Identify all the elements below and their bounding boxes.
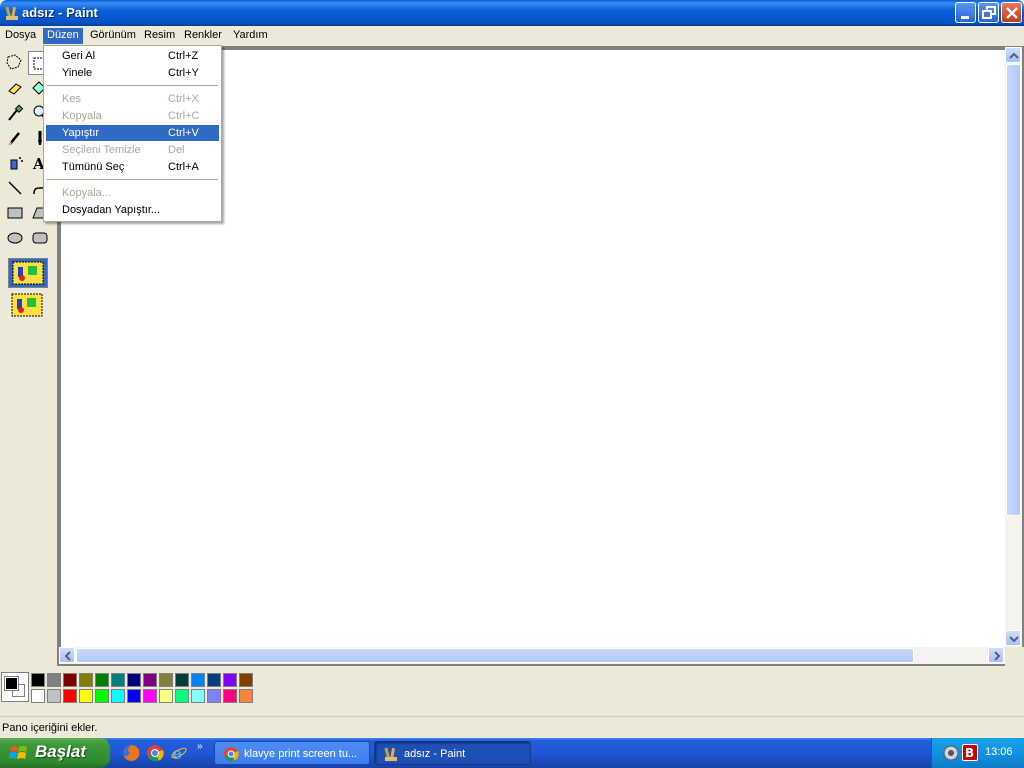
- taskbar-button-paint[interactable]: adsız - Paint: [374, 741, 531, 765]
- scroll-right-button[interactable]: [988, 647, 1004, 663]
- scroll-down-button[interactable]: [1005, 630, 1021, 646]
- quick-launch-expand-icon[interactable]: »: [197, 741, 203, 752]
- palette-swatch[interactable]: [127, 673, 141, 687]
- menu-undo[interactable]: Geri Al Ctrl+Z: [46, 48, 219, 64]
- foreground-color-swatch: [4, 676, 19, 691]
- scroll-left-button[interactable]: [59, 647, 75, 663]
- windows-logo-icon: [9, 744, 29, 762]
- airbrush-icon[interactable]: [3, 151, 27, 175]
- start-button[interactable]: Başlat: [0, 738, 110, 768]
- vertical-scroll-thumb[interactable]: [1006, 64, 1021, 516]
- menu-colors[interactable]: Renkler: [180, 28, 226, 44]
- paint-app-icon: [383, 746, 399, 762]
- palette-swatch[interactable]: [191, 673, 205, 687]
- menu-copy-to[interactable]: Kopyala...: [46, 185, 219, 201]
- menu-image[interactable]: Resim: [140, 28, 179, 44]
- menu-clear-selection[interactable]: Seçileni Temizle Del: [46, 142, 219, 158]
- palette-swatch[interactable]: [159, 689, 173, 703]
- palette-swatch[interactable]: [63, 689, 77, 703]
- status-bar: Pano içeriğini ekler.: [0, 716, 1024, 738]
- minimize-button[interactable]: [955, 2, 976, 23]
- pick-color-icon[interactable]: [3, 101, 27, 125]
- line-icon[interactable]: [3, 176, 27, 200]
- start-label: Başlat: [35, 742, 87, 761]
- palette-swatch[interactable]: [95, 689, 109, 703]
- menu-paste[interactable]: Yapıştır Ctrl+V: [46, 125, 219, 141]
- palette-swatch[interactable]: [127, 689, 141, 703]
- eraser-icon[interactable]: [3, 76, 27, 100]
- palette-swatch[interactable]: [143, 673, 157, 687]
- palette-swatch[interactable]: [223, 673, 237, 687]
- scrollbar-corner: [1005, 647, 1024, 666]
- selection-transparent-option[interactable]: [8, 291, 48, 321]
- palette-swatch[interactable]: [159, 673, 173, 687]
- palette-swatch[interactable]: [207, 689, 221, 703]
- current-colors: [1, 672, 29, 702]
- menu-cut[interactable]: Kes Ctrl+X: [46, 91, 219, 107]
- clock: 13:06: [985, 746, 1013, 758]
- free-form-select-icon[interactable]: [3, 51, 27, 75]
- status-text: Pano içeriğini ekler.: [2, 722, 98, 734]
- rounded-rectangle-icon[interactable]: [28, 226, 52, 250]
- palette-swatch[interactable]: [63, 673, 77, 687]
- system-tray: B 13:06: [931, 738, 1024, 768]
- firefox-icon[interactable]: [122, 744, 140, 762]
- rectangle-icon[interactable]: [3, 201, 27, 225]
- palette-swatch[interactable]: [175, 673, 189, 687]
- menu-edit[interactable]: Düzen: [43, 28, 83, 44]
- taskbar: Başlat e » klavye print screen tu... ads…: [0, 738, 1024, 768]
- menu-separator: [47, 179, 218, 180]
- palette-swatch[interactable]: [239, 689, 253, 703]
- close-button[interactable]: [1001, 2, 1022, 23]
- menu-view[interactable]: Görünüm: [86, 28, 140, 44]
- menu-help[interactable]: Yardım: [229, 28, 272, 44]
- palette-swatch[interactable]: [111, 689, 125, 703]
- palette-swatch[interactable]: [95, 673, 109, 687]
- svg-text:B: B: [965, 746, 974, 760]
- scroll-up-button[interactable]: [1005, 47, 1021, 63]
- palette-swatch[interactable]: [175, 689, 189, 703]
- palette-swatch[interactable]: [47, 689, 61, 703]
- palette-swatch[interactable]: [31, 689, 45, 703]
- palette-swatch[interactable]: [47, 673, 61, 687]
- chrome-icon: [223, 746, 239, 762]
- menu-file[interactable]: Dosya: [1, 28, 40, 44]
- menu-copy[interactable]: Kopyala Ctrl+C: [46, 108, 219, 124]
- color-box: [0, 666, 1024, 714]
- taskbar-button-chrome[interactable]: klavye print screen tu...: [214, 741, 370, 765]
- palette-swatch[interactable]: [223, 689, 237, 703]
- palette-swatch[interactable]: [239, 673, 253, 687]
- internet-explorer-icon[interactable]: e: [170, 744, 188, 763]
- chrome-icon[interactable]: [146, 744, 164, 762]
- ellipse-icon[interactable]: [3, 226, 27, 250]
- menu-redo[interactable]: Yinele Ctrl+Y: [46, 65, 219, 81]
- paint-app-icon[interactable]: [4, 5, 20, 21]
- menu-paste-from[interactable]: Dosyadan Yapıştır...: [46, 202, 219, 218]
- menu-bar: Dosya Düzen Görünüm Resim Renkler Yardım: [0, 26, 1024, 45]
- horizontal-scroll-thumb[interactable]: [76, 648, 914, 663]
- palette-swatch[interactable]: [79, 689, 93, 703]
- selection-opaque-option[interactable]: [9, 259, 47, 287]
- vertical-scrollbar[interactable]: [1005, 47, 1022, 647]
- title-bar[interactable]: adsız - Paint: [0, 0, 1024, 26]
- pencil-icon[interactable]: [3, 126, 27, 150]
- palette-swatch[interactable]: [143, 689, 157, 703]
- palette-swatch[interactable]: [111, 673, 125, 687]
- palette-swatch[interactable]: [191, 689, 205, 703]
- horizontal-scrollbar[interactable]: [59, 647, 1005, 664]
- palette-swatch[interactable]: [31, 673, 45, 687]
- window-title: adsız - Paint: [22, 5, 98, 20]
- b-app-icon[interactable]: B: [962, 744, 978, 761]
- security-shield-icon[interactable]: [942, 744, 960, 762]
- restore-button[interactable]: [978, 2, 999, 23]
- edit-menu-dropdown: Geri Al Ctrl+Z Yinele Ctrl+Y Kes Ctrl+X …: [43, 45, 222, 222]
- tool-option-box: [8, 258, 48, 288]
- palette-swatch[interactable]: [79, 673, 93, 687]
- menu-separator: [47, 85, 218, 86]
- palette-swatch[interactable]: [207, 673, 221, 687]
- menu-select-all[interactable]: Tümünü Seç Ctrl+A: [46, 159, 219, 175]
